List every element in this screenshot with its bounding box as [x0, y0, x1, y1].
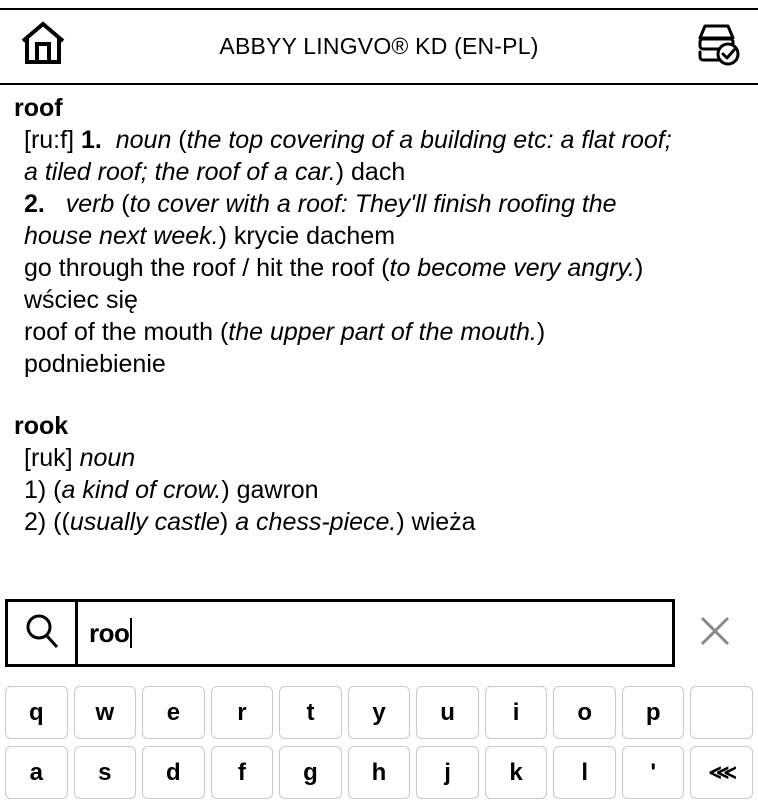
key-a[interactable]: a — [5, 746, 68, 799]
key-u[interactable]: u — [416, 686, 479, 739]
on-screen-keyboard: q w e r t y u i o p a s d f g h j k l ' … — [0, 686, 758, 806]
entry-line: roof of the mouth (the upper part of the… — [24, 318, 546, 346]
entry-line: house next week.) krycie dachem — [24, 222, 396, 250]
entry-line: go through the roof / hit the roof (to b… — [24, 254, 644, 282]
key-l[interactable]: l — [553, 746, 616, 799]
app-header: ABBYY LINGVO® KD (EN-PL) — [0, 8, 758, 85]
home-button[interactable] — [0, 9, 86, 84]
dictionary-select-button[interactable] — [672, 9, 758, 84]
key-apostrophe[interactable]: ' — [621, 746, 685, 799]
key-q[interactable]: q — [5, 686, 68, 739]
entry-line: [ruk] noun — [24, 444, 136, 472]
key-backspace[interactable]: ⋘ — [690, 746, 754, 799]
search-bar: roo — [0, 598, 758, 668]
entry-headword: rook — [14, 412, 69, 440]
dictionary-entry: roof [ru:f] 1. noun (the top covering of… — [0, 92, 758, 380]
clear-search-button[interactable] — [675, 599, 755, 667]
key-j[interactable]: j — [416, 746, 479, 799]
entry-line: 2. verb (to cover with a roof: They'll f… — [24, 190, 617, 218]
close-x-icon — [698, 614, 732, 653]
entry-body: [ruk] noun 1) (a kind of crow.) gawron 2… — [0, 442, 758, 538]
search-button[interactable] — [8, 602, 78, 664]
key-e[interactable]: e — [142, 686, 205, 739]
key-i[interactable]: i — [484, 686, 548, 739]
key-p[interactable]: p — [621, 686, 685, 739]
backspace-icon: ⋘ — [708, 762, 737, 784]
key-d[interactable]: d — [142, 746, 205, 799]
key-s[interactable]: s — [73, 746, 137, 799]
home-icon — [19, 20, 67, 73]
entry-line: 1) (a kind of crow.) gawron — [24, 476, 319, 504]
page-title: ABBYY LINGVO® KD (EN-PL) — [219, 33, 539, 59]
search-input-value: roo — [89, 618, 130, 648]
search-icon — [22, 611, 62, 656]
key-k[interactable]: k — [484, 746, 548, 799]
key-t[interactable]: t — [279, 686, 342, 739]
entry-body: [ru:f] 1. noun (the top covering of a bu… — [0, 124, 758, 380]
key-w[interactable]: w — [73, 686, 137, 739]
key-h[interactable]: h — [347, 746, 411, 799]
dictionary-check-icon — [688, 21, 742, 72]
entry-headword: roof — [14, 94, 63, 122]
keyboard-row-1: q w e r t y u i o p — [0, 686, 758, 739]
search-box[interactable]: roo — [5, 599, 675, 667]
key-y[interactable]: y — [347, 686, 411, 739]
key-g[interactable]: g — [279, 746, 342, 799]
entry-line: 2) ((usually castle) a chess-piece.) wie… — [24, 508, 476, 536]
text-caret — [130, 618, 133, 648]
entry-line: wściec się — [24, 286, 138, 314]
entry-separator — [0, 380, 758, 410]
key-o[interactable]: o — [553, 686, 616, 739]
entry-line: a tiled roof; the roof of a car.) dach — [24, 158, 406, 186]
search-input[interactable]: roo — [78, 602, 672, 664]
key-blank[interactable] — [690, 686, 754, 739]
keyboard-row-2: a s d f g h j k l ' ⋘ — [0, 746, 758, 799]
key-r[interactable]: r — [210, 686, 274, 739]
entry-line: [ru:f] 1. noun (the top covering of a bu… — [24, 126, 672, 154]
key-f[interactable]: f — [210, 746, 274, 799]
dictionary-entry: rook [ruk] noun 1) (a kind of crow.) gaw… — [0, 410, 758, 538]
entry-line: podniebienie — [24, 350, 166, 378]
dictionary-article[interactable]: roof [ru:f] 1. noun (the top covering of… — [0, 92, 758, 582]
